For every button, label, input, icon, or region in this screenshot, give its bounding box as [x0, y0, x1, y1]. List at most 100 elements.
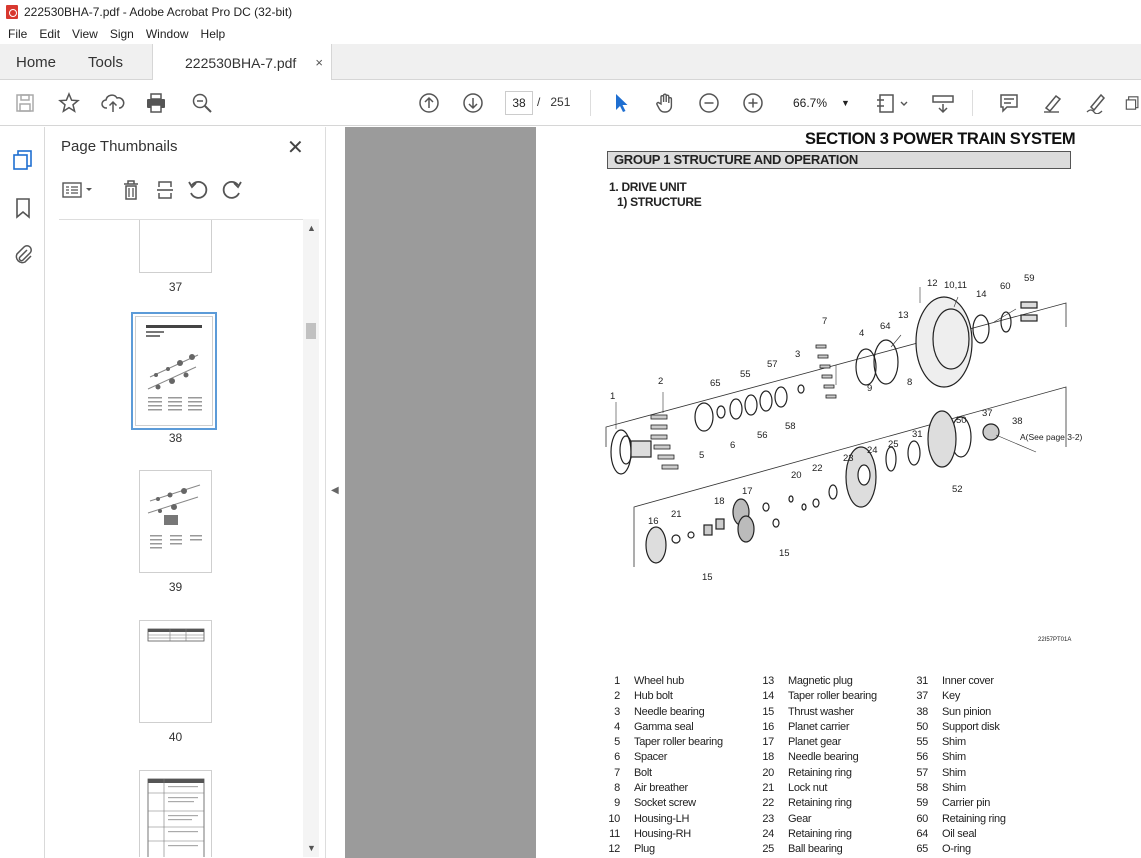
menu-sign[interactable]: Sign — [104, 27, 140, 41]
list-item: 2 Hub bolt — [614, 690, 673, 703]
callout-label: 5 — [699, 450, 705, 461]
list-item: 38 Sun pinion — [916, 705, 991, 718]
list-item: 57 Shim — [916, 766, 966, 779]
scroll-down-icon[interactable]: ▼ — [307, 843, 316, 853]
list-item: 37 Key — [916, 690, 961, 703]
extract-pages-icon[interactable] — [155, 179, 175, 206]
zoom-value: 66.7% — [793, 96, 828, 110]
next-page-icon[interactable] — [461, 91, 485, 115]
thumbnail-label: 40 — [168, 730, 183, 744]
find-zoom-icon[interactable] — [190, 91, 214, 115]
callout-label: 50 — [956, 415, 967, 426]
callout-label: 10,11 — [944, 280, 968, 291]
list-item: 13 Magnetic plug — [762, 675, 853, 687]
menu-window[interactable]: Window — [140, 27, 195, 41]
list-item: 21 Lock nut — [762, 782, 828, 795]
list-item: 14 Taper roller bearing — [762, 690, 877, 703]
bookmarks-icon[interactable] — [14, 197, 32, 224]
scroll-mode-icon[interactable] — [931, 91, 955, 115]
callout-label: 57 — [767, 359, 778, 370]
callout-label: 6 — [730, 440, 736, 451]
upload-cloud-icon[interactable] — [101, 91, 125, 115]
list-item: 18 Needle bearing — [762, 751, 859, 764]
callout-label: 52 — [952, 484, 963, 495]
delete-page-icon[interactable] — [121, 179, 141, 206]
thumbnail-page-selected[interactable] — [131, 312, 217, 430]
list-item: 3 Needle bearing — [614, 705, 705, 718]
menu-bar: File Edit View Sign Window Help — [0, 24, 1141, 44]
thumbnail-page[interactable] — [139, 620, 212, 723]
thumbnail-scrollbar[interactable]: ▲ ▼ — [303, 219, 319, 857]
bookmark-star-icon[interactable] — [57, 91, 81, 115]
callout-label: A(See page 3-2) — [1020, 432, 1083, 442]
acrobat-icon — [6, 5, 18, 19]
print-icon[interactable] — [144, 91, 168, 115]
callout-label: 55 — [740, 369, 751, 380]
thumbnail-page[interactable] — [139, 470, 212, 573]
thumbnail-preview — [147, 778, 205, 857]
page-total: / 251 — [537, 95, 570, 109]
list-item: 56 Shim — [916, 751, 966, 764]
callout-label: 38 — [1012, 416, 1023, 427]
document-page: SECTION 3 POWER TRAIN SYSTEM GROUP 1 STR… — [536, 127, 1141, 858]
parts-column: 31 Inner cover 37 Key 38 Sun pinion 50 Suppo… — [904, 675, 1006, 858]
more-tools-icon[interactable] — [1124, 91, 1141, 115]
scrollbar-thumb[interactable] — [306, 323, 316, 339]
zoom-level-select[interactable]: 66.7% ▼ — [787, 91, 855, 115]
zoom-in-icon[interactable] — [741, 91, 765, 115]
save-icon[interactable] — [13, 91, 37, 115]
list-item: 24 Retaining ring — [762, 827, 852, 840]
menu-edit[interactable]: Edit — [33, 27, 66, 41]
page-fit-icon[interactable] — [875, 91, 911, 115]
sign-icon[interactable] — [1084, 91, 1108, 115]
previous-page-icon[interactable] — [417, 91, 441, 115]
tab-document[interactable]: 222530BHA-7.pdf × — [152, 44, 332, 81]
thumbnail-label: 37 — [168, 280, 183, 294]
callout-label: 24 — [867, 445, 878, 456]
collapse-panel-icon[interactable]: ◀ — [331, 485, 339, 496]
parts-column: 1 Wheel hub 2 Hub bolt 3 Needle bearing 4 Ga… — [596, 675, 723, 858]
page-number-input[interactable]: 38 — [505, 91, 533, 115]
figure-code: 22I57PT01A — [1038, 637, 1072, 643]
list-item: 17 Planet gear — [762, 736, 841, 749]
list-item: 23 Gear — [762, 812, 812, 825]
menu-help[interactable]: Help — [195, 27, 232, 41]
rotate-clockwise-icon[interactable] — [221, 179, 243, 206]
select-cursor-icon[interactable] — [609, 91, 633, 115]
panel-title: Page Thumbnails — [61, 138, 178, 155]
list-item: 12 Plug — [608, 843, 655, 856]
callout-label: 22 — [812, 463, 823, 474]
rotate-counterclockwise-icon[interactable] — [187, 179, 209, 206]
tab-tools[interactable]: Tools — [88, 44, 123, 80]
tab-bar: Home Tools 222530BHA-7.pdf × — [0, 44, 1141, 81]
menu-view[interactable]: View — [66, 27, 104, 41]
list-item: 55 Shim — [916, 736, 966, 749]
list-item: 22 Retaining ring — [762, 797, 852, 810]
zoom-out-icon[interactable] — [697, 91, 721, 115]
thumbnail-list: 37 38 39 40 — [59, 219, 303, 857]
callout-label: 20 — [791, 470, 802, 481]
menu-file[interactable]: File — [2, 27, 33, 41]
hand-tool-icon[interactable] — [653, 91, 677, 115]
close-tab-icon[interactable]: × — [315, 55, 323, 70]
callout-label: 15 — [779, 548, 790, 559]
thumbnail-page[interactable] — [139, 220, 212, 273]
list-item: 64 Oil seal — [916, 827, 977, 840]
panel-splitter[interactable]: ◀ — [325, 127, 345, 858]
list-item: 16 Planet carrier — [762, 720, 850, 733]
comment-icon[interactable] — [997, 91, 1021, 115]
attachments-icon[interactable] — [12, 243, 34, 270]
list-item: 31 Inner cover — [916, 675, 994, 687]
tab-home[interactable]: Home — [16, 44, 56, 80]
scroll-up-icon[interactable]: ▲ — [307, 223, 316, 233]
highlight-pen-icon[interactable] — [1040, 91, 1064, 115]
thumbnail-page[interactable] — [139, 770, 212, 857]
callout-label: 14 — [976, 289, 987, 300]
callout-label: 8 — [907, 377, 913, 388]
page-thumbnails-icon[interactable] — [12, 149, 34, 176]
toolbar: 38 / 251 66.7% ▼ — [0, 80, 1141, 126]
close-panel-icon[interactable]: ✕ — [287, 135, 304, 160]
callout-label: 12 — [927, 278, 938, 289]
window-title: 222530BHA-7.pdf - Adobe Acrobat Pro DC (… — [24, 5, 293, 19]
options-menu-icon[interactable] — [61, 180, 97, 205]
